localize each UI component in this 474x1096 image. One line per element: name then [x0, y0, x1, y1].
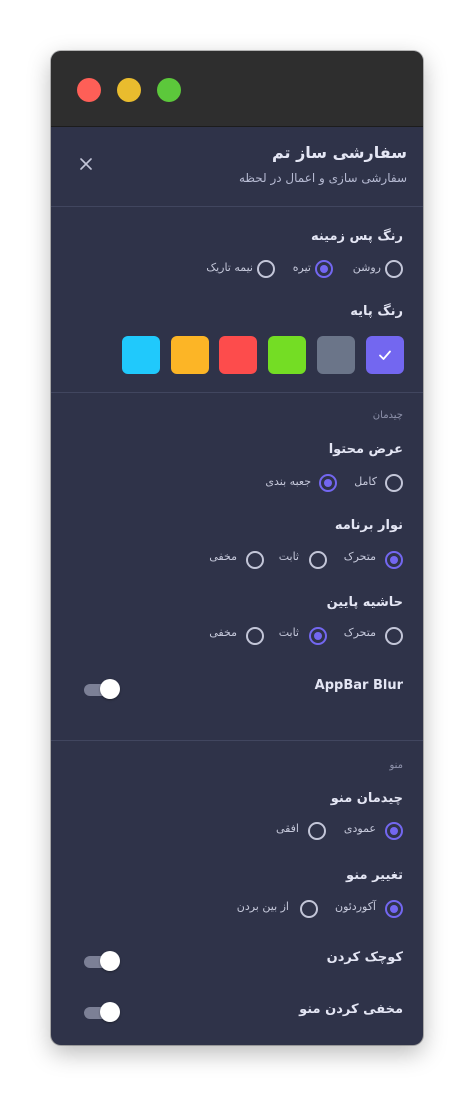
menu-hidden-toggle[interactable] — [84, 1002, 120, 1022]
swatch-warning[interactable] — [171, 336, 209, 374]
radio-menu-accordion[interactable] — [385, 900, 403, 918]
radio-appbar-static-label: ثابت — [278, 550, 299, 563]
appbar-blur-label: AppBar Blur — [314, 678, 403, 693]
minimize-window-button[interactable] — [117, 78, 141, 102]
customizer-title: سفارشی ساز تم — [271, 143, 407, 162]
close-window-button[interactable] — [77, 78, 101, 102]
content-width-label: عرض محتوا — [328, 442, 403, 457]
radio-footer-hidden-label: مخفی — [209, 626, 237, 639]
layout-section-title: چیدمان — [372, 410, 403, 421]
swatch-danger[interactable] — [219, 336, 257, 374]
radio-bg-dark-label: تیره — [292, 261, 311, 274]
header-divider — [51, 206, 423, 207]
radio-bg-light-label: روشن — [352, 261, 381, 274]
radio-width-boxed-label: جعبه بندی — [265, 475, 311, 488]
maximize-window-button[interactable] — [157, 78, 181, 102]
menu-collapsed-label: کوچک کردن — [326, 950, 403, 965]
radio-menu-accordion-label: آکوردئون — [334, 900, 376, 913]
radio-footer-static[interactable] — [309, 627, 327, 645]
radio-appbar-sticky-label: متحرک — [343, 550, 376, 563]
swatch-secondary[interactable] — [317, 336, 355, 374]
menu-collapsed-toggle[interactable] — [84, 951, 120, 971]
radio-footer-hidden[interactable] — [246, 627, 264, 645]
customizer-window: سفارشی ساز تم سفارشی سازی و اعمال در لحظ… — [51, 51, 423, 1045]
radio-appbar-hidden[interactable] — [246, 551, 264, 569]
radio-bg-semi-dark-label: نیمه تاریک — [206, 261, 253, 274]
appbar-blur-toggle[interactable] — [84, 679, 120, 699]
base-color-label: رنگ پایه — [350, 304, 403, 319]
radio-footer-sticky-label: متحرک — [343, 626, 376, 639]
radio-menu-vertical[interactable] — [385, 822, 403, 840]
menu-layout-label: چیدمان منو — [330, 791, 403, 806]
radio-bg-semi-dark[interactable] — [257, 260, 275, 278]
radio-menu-collapse-label: از بین بردن — [236, 900, 289, 913]
menu-toggle-label: تغییر منو — [346, 868, 403, 883]
check-icon — [379, 350, 391, 360]
radio-menu-collapse[interactable] — [300, 900, 318, 918]
swatch-success[interactable] — [268, 336, 306, 374]
close-icon[interactable] — [77, 155, 95, 173]
swatch-info[interactable] — [122, 336, 160, 374]
radio-footer-static-label: ثابت — [278, 626, 299, 639]
swatch-primary[interactable] — [366, 336, 404, 374]
background-color-label: رنگ پس زمینه — [310, 229, 403, 244]
radio-menu-horizontal-label: افقی — [275, 822, 299, 835]
radio-appbar-sticky[interactable] — [385, 551, 403, 569]
menu-hidden-label: مخفی کردن منو — [299, 1002, 403, 1017]
radio-menu-vertical-label: عمودی — [343, 822, 376, 835]
radio-bg-dark[interactable] — [315, 260, 333, 278]
radio-appbar-hidden-label: مخفی — [209, 550, 237, 563]
radio-menu-horizontal[interactable] — [308, 822, 326, 840]
menu-divider — [51, 740, 423, 741]
radio-bg-light[interactable] — [385, 260, 403, 278]
layout-divider — [51, 392, 423, 393]
radio-appbar-static[interactable] — [309, 551, 327, 569]
radio-width-full[interactable] — [385, 474, 403, 492]
footer-label: حاشیه پایین — [326, 595, 403, 610]
radio-footer-sticky[interactable] — [385, 627, 403, 645]
app-bar-label: نوار برنامه — [334, 518, 403, 533]
window-titlebar — [51, 51, 423, 127]
radio-width-full-label: کامل — [354, 475, 377, 488]
radio-width-boxed[interactable] — [319, 474, 337, 492]
menu-section-title: منو — [389, 760, 403, 771]
customizer-subtitle: سفارشی سازی و اعمال در لحظه — [238, 171, 407, 185]
